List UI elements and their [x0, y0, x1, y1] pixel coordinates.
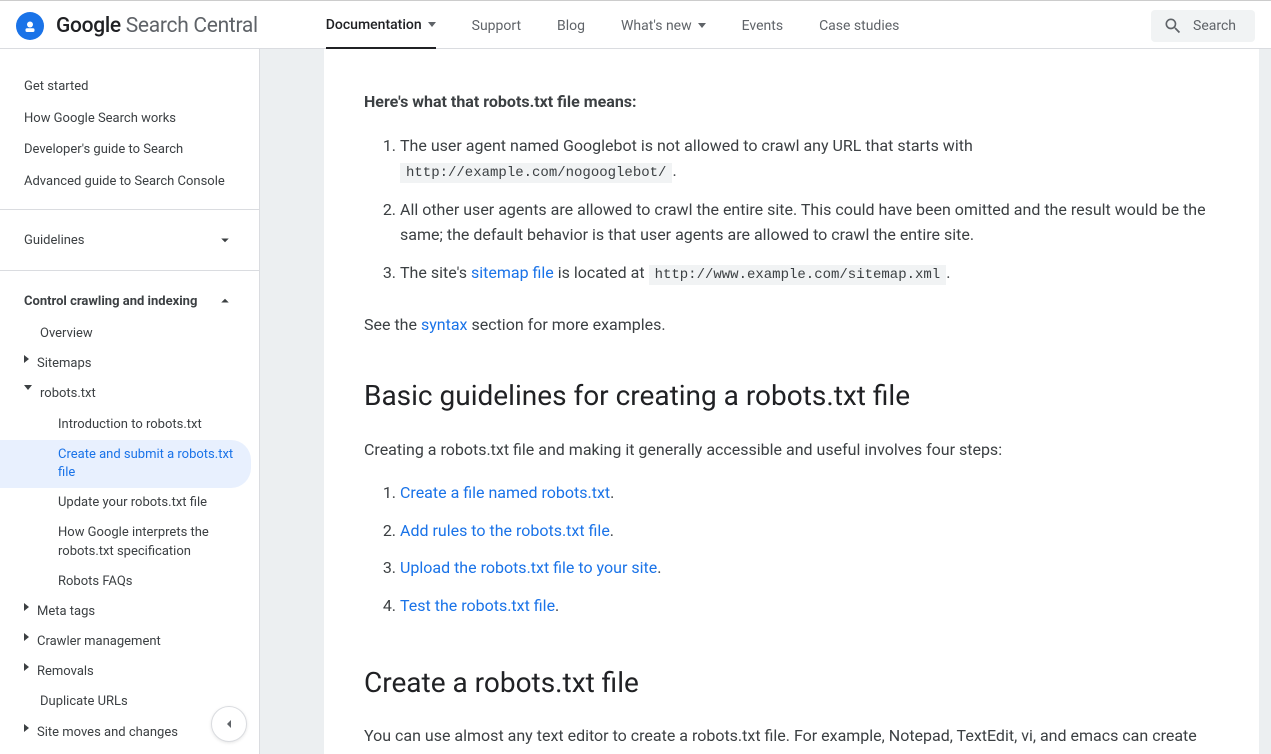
arrow-right-icon [24, 603, 29, 611]
chevron-up-icon [215, 291, 235, 311]
sidebar-robots-create[interactable]: Create and submit a robots.txt file [0, 440, 251, 488]
sidebar-sitemaps[interactable]: Sitemaps [0, 349, 259, 379]
list-item: The user agent named Googlebot is not al… [400, 127, 1219, 191]
arrow-down-icon [24, 385, 32, 390]
step2-link[interactable]: Add rules to the robots.txt file [400, 521, 610, 540]
logo-icon[interactable] [16, 12, 44, 40]
nav-casestudies[interactable]: Case studies [819, 3, 899, 49]
steps-list: Create a file named robots.txt. Add rule… [364, 474, 1219, 624]
sidebar: Get started How Google Search works Deve… [0, 49, 260, 754]
main-content: Here's what that robots.txt file means: … [324, 49, 1259, 754]
chevron-down-icon [428, 22, 436, 27]
sidebar-dev-guide[interactable]: Developer's guide to Search [0, 134, 259, 166]
sitemap-link[interactable]: sitemap file [471, 263, 554, 282]
collapse-sidebar-button[interactable] [211, 706, 247, 742]
sidebar-guidelines[interactable]: Guidelines [0, 222, 259, 258]
list-item: All other user agents are allowed to cra… [400, 191, 1219, 254]
step1-link[interactable]: Create a file named robots.txt [400, 483, 610, 502]
intro-heading: Here's what that robots.txt file means: [364, 89, 1219, 115]
sidebar-how-works[interactable]: How Google Search works [0, 103, 259, 135]
nav-blog[interactable]: Blog [557, 3, 585, 49]
nav-documentation[interactable]: Documentation [326, 3, 436, 49]
sidebar-robots[interactable]: robots.txt [0, 379, 259, 409]
arrow-right-icon [24, 355, 29, 363]
nav-support[interactable]: Support [472, 3, 521, 49]
chevron-down-icon [215, 230, 235, 250]
list-item: Test the robots.txt file. [400, 587, 1219, 625]
step4-link[interactable]: Test the robots.txt file [400, 596, 555, 615]
chevron-down-icon [698, 23, 706, 28]
sidebar-removals[interactable]: Removals [0, 657, 259, 687]
arrow-right-icon [24, 633, 29, 641]
arrow-right-icon [24, 724, 29, 732]
see-syntax: See the syntax section for more examples… [364, 312, 1219, 338]
nav-whatsnew[interactable]: What's new [621, 3, 706, 49]
create-file-heading: Create a robots.txt file [364, 661, 1219, 706]
sidebar-control-crawling[interactable]: Control crawling and indexing [0, 283, 259, 319]
sidebar-robots-update[interactable]: Update your robots.txt file [0, 488, 259, 518]
syntax-link[interactable]: syntax [421, 315, 468, 334]
step3-link[interactable]: Upload the robots.txt file to your site [400, 558, 657, 577]
basic-guidelines-heading: Basic guidelines for creating a robots.t… [364, 374, 1219, 419]
chevron-left-icon [221, 716, 237, 732]
content-gutter [260, 49, 324, 754]
list-item: Add rules to the robots.txt file. [400, 512, 1219, 550]
brand-title[interactable]: Google Search Central [56, 14, 258, 38]
list-item: Upload the robots.txt file to your site. [400, 549, 1219, 587]
sidebar-intl[interactable]: International and multilingual sites [0, 748, 259, 754]
sidebar-robots-interpret[interactable]: How Google interprets the robots.txt spe… [0, 518, 259, 566]
basic-intro: Creating a robots.txt file and making it… [364, 437, 1219, 463]
sidebar-robots-faqs[interactable]: Robots FAQs [0, 567, 259, 597]
sidebar-crawler[interactable]: Crawler management [0, 627, 259, 657]
main-header: Google Search Central Documentation Supp… [0, 3, 1271, 49]
create-paragraph: You can use almost any text editor to cr… [364, 723, 1219, 754]
search-input[interactable]: Search [1151, 10, 1255, 42]
meaning-list: The user agent named Googlebot is not al… [364, 127, 1219, 293]
sidebar-robots-intro[interactable]: Introduction to robots.txt [0, 410, 259, 440]
sidebar-meta[interactable]: Meta tags [0, 597, 259, 627]
code-url: http://www.example.com/sitemap.xml [649, 265, 947, 285]
code-url: http://example.com/nogooglebot/ [400, 163, 672, 183]
search-icon [1163, 16, 1183, 36]
nav-events[interactable]: Events [742, 3, 783, 49]
sidebar-get-started[interactable]: Get started [0, 71, 259, 103]
sidebar-advanced[interactable]: Advanced guide to Search Console [0, 166, 259, 198]
search-placeholder: Search [1193, 18, 1236, 34]
top-nav: Documentation Support Blog What's new Ev… [326, 3, 1151, 49]
list-item: Create a file named robots.txt. [400, 474, 1219, 512]
sidebar-overview[interactable]: Overview [0, 319, 259, 349]
arrow-right-icon [24, 663, 29, 671]
list-item: The site's sitemap file is located at ht… [400, 254, 1219, 292]
